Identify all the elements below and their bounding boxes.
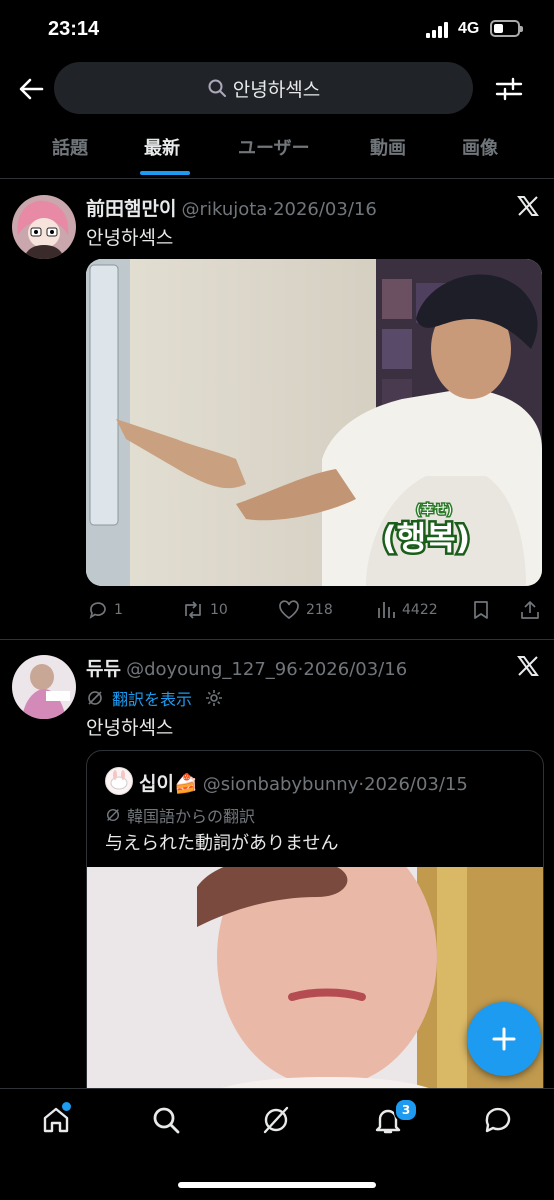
caption-large: (행복) [382, 519, 470, 557]
heart-icon [279, 600, 299, 620]
translate-icon [88, 691, 102, 705]
plus-icon [492, 1027, 516, 1051]
retweet-icon [185, 601, 201, 619]
avatar[interactable] [105, 767, 133, 795]
share-button[interactable] [520, 600, 546, 620]
author-handle[interactable]: @rikujota [182, 199, 268, 220]
retweet-button[interactable]: 10 [182, 600, 228, 620]
video-frame: (幸せ) (행복) [86, 259, 542, 586]
x-logo-icon [516, 194, 540, 222]
author-handle[interactable]: @doyoung_127_96 [126, 659, 298, 680]
search-query: 안녕하섹스 [232, 78, 321, 101]
tab-images[interactable]: 画像 [462, 134, 498, 160]
reply-count: 1 [114, 602, 123, 618]
notification-badge: 3 [394, 1098, 418, 1122]
filter-button[interactable] [494, 74, 528, 104]
status-time: 23:14 [48, 18, 100, 40]
views-button[interactable]: 4422 [376, 600, 438, 620]
author-name[interactable]: 듀듀 [86, 658, 121, 680]
tab-latest[interactable]: 最新 [144, 134, 180, 160]
home-indicator [178, 1182, 376, 1188]
reply-icon [89, 602, 106, 619]
sliders-icon [495, 77, 523, 101]
back-button[interactable] [16, 74, 50, 104]
bookmark-button[interactable] [472, 600, 496, 620]
nav-grok[interactable] [260, 1104, 292, 1140]
unread-dot [62, 1102, 71, 1111]
x-logo-icon [516, 654, 540, 682]
share-icon [521, 601, 539, 619]
battery-icon [490, 20, 523, 37]
gear-icon[interactable] [204, 688, 224, 708]
show-translation-link[interactable]: 翻訳を表示 [112, 686, 192, 710]
views-icon [378, 602, 395, 618]
arrow-left-icon [19, 78, 44, 100]
search-input[interactable]: 안녕하섹스 [54, 62, 473, 114]
quote-translation-note: 韓国語からの翻訳 [105, 803, 255, 827]
quote-text: 与えられた動詞がありません [105, 833, 339, 854]
bookmark-icon [474, 601, 488, 619]
avatar[interactable] [12, 655, 76, 719]
reply-button[interactable]: 1 [88, 600, 123, 620]
caption-small: (幸せ) [416, 503, 452, 518]
translate-row[interactable]: 翻訳を表示 [86, 686, 224, 710]
tab-users[interactable]: ユーザー [238, 134, 310, 160]
like-count: 218 [306, 602, 333, 618]
grok-icon [263, 1106, 289, 1134]
nav-home[interactable] [40, 1102, 72, 1140]
retweet-count: 10 [210, 602, 228, 618]
tabs-divider [0, 178, 554, 179]
translation-note-text: 韓国語からの翻訳 [127, 807, 256, 826]
nav-messages[interactable] [482, 1104, 514, 1140]
tweet-text: 안녕하섹스 [86, 227, 174, 249]
tweet-date[interactable]: 2026/03/16 [273, 199, 377, 220]
views-count: 4422 [402, 602, 438, 618]
nav-search[interactable] [150, 1104, 182, 1140]
quote-author-handle[interactable]: @sionbabybunny [203, 774, 359, 795]
nav-notifications[interactable]: 3 [372, 1098, 418, 1140]
tweet-date[interactable]: 2026/03/16 [303, 659, 407, 680]
active-tab-indicator [140, 171, 190, 175]
tweet-divider [0, 639, 554, 640]
avatar[interactable] [12, 195, 76, 259]
search-icon [153, 1107, 180, 1134]
quote-date[interactable]: 2026/03/15 [364, 774, 468, 795]
tweet-media-video[interactable]: (幸せ) (행복) [86, 259, 542, 586]
tab-videos[interactable]: 動画 [370, 134, 406, 160]
message-icon [485, 1107, 511, 1133]
tweet-text: 안녕하섹스 [86, 717, 174, 739]
translate-icon [106, 808, 120, 822]
network-type: 4G [458, 20, 480, 37]
compose-button[interactable] [467, 1002, 541, 1076]
signal-icon [426, 22, 452, 38]
author-name[interactable]: 前田햄만이 [86, 198, 176, 220]
quote-author-name[interactable]: 십이🍰 [139, 773, 198, 795]
like-button[interactable]: 218 [278, 600, 333, 620]
search-icon [208, 79, 226, 97]
tab-topics[interactable]: 話題 [52, 134, 88, 160]
